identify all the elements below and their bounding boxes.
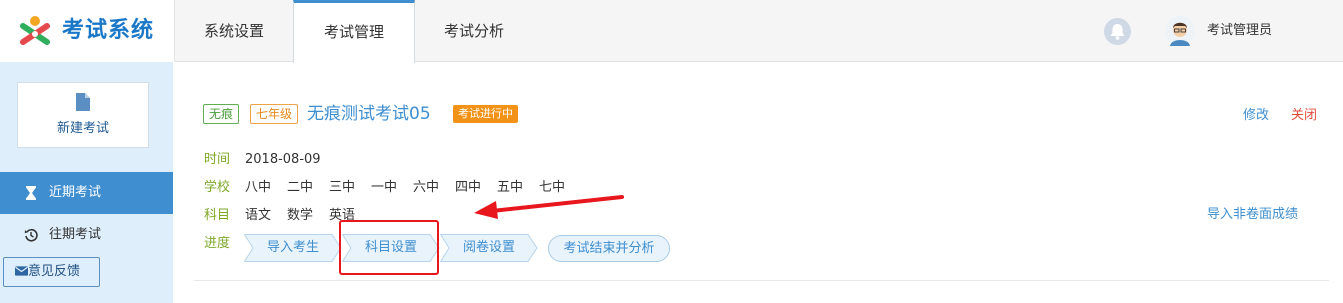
time-value: 2018-08-09 xyxy=(245,152,321,167)
tag-badge: 无痕 xyxy=(203,104,240,124)
school-item: 二中 xyxy=(287,180,314,195)
tab-exam-management[interactable]: 考试管理 xyxy=(293,0,415,63)
logo-icon xyxy=(20,16,50,45)
logo-text: 考试系统 xyxy=(62,18,155,43)
school-item: 六中 xyxy=(413,180,440,195)
hourglass-icon xyxy=(24,172,38,214)
subject-label: 科目 xyxy=(204,208,231,223)
school-label: 学校 xyxy=(204,180,231,195)
grade-badge: 七年级 xyxy=(250,104,299,124)
user-avatar[interactable] xyxy=(1165,16,1195,46)
annotation-arrow-icon xyxy=(474,195,624,219)
top-header: 考试系统 系统设置 考试管理 考试分析 考试管理员 xyxy=(0,0,1343,63)
document-icon xyxy=(76,93,90,111)
school-item: 八中 xyxy=(245,180,272,195)
subject-item: 数学 xyxy=(287,208,314,223)
feedback-button[interactable]: 意见反馈 xyxy=(3,257,100,287)
envelope-icon xyxy=(15,266,28,276)
sidebar-item-past-exams[interactable]: 往期考试 xyxy=(0,214,173,256)
step-label: 导入考生 xyxy=(266,240,319,255)
school-item: 三中 xyxy=(329,180,356,195)
close-link[interactable]: 关闭 xyxy=(1291,108,1317,124)
notification-icon[interactable] xyxy=(1104,18,1131,45)
sidebar-item-recent-exams[interactable]: 近期考试 xyxy=(0,172,173,214)
step-marking-settings[interactable]: 阅卷设置 xyxy=(440,234,538,262)
import-non-paper-scores-link[interactable]: 导入非卷面成绩 xyxy=(1207,207,1298,223)
history-icon xyxy=(24,214,38,256)
exam-title[interactable]: 无痕测试考试05 xyxy=(307,103,431,125)
step-import-candidates[interactable]: 导入考生 xyxy=(244,234,342,262)
feedback-label: 意见反馈 xyxy=(28,264,81,279)
sidebar: 新建考试 近期考试 往期考试 意见反馈 xyxy=(0,62,173,303)
tab-exam-analysis[interactable]: 考试分析 xyxy=(415,0,533,62)
finish-and-analyze-button[interactable]: 考试结束并分析 xyxy=(548,235,670,262)
time-label: 时间 xyxy=(204,152,231,167)
step-label: 阅卷设置 xyxy=(462,240,515,255)
status-badge: 考试进行中 xyxy=(453,105,518,123)
progress-label: 进度 xyxy=(204,236,231,251)
divider xyxy=(194,280,1329,281)
subject-item: 语文 xyxy=(245,208,272,223)
highlight-box xyxy=(339,220,439,275)
username[interactable]: 考试管理员 xyxy=(1207,22,1272,40)
school-item: 一中 xyxy=(371,180,398,195)
tab-system-settings[interactable]: 系统设置 xyxy=(175,0,293,62)
sidebar-item-label: 近期考试 xyxy=(49,185,102,200)
new-exam-label: 新建考试 xyxy=(56,121,109,136)
sidebar-item-label: 往期考试 xyxy=(49,227,102,242)
logo[interactable]: 考试系统 xyxy=(0,0,175,62)
new-exam-button[interactable]: 新建考试 xyxy=(17,82,149,148)
edit-link[interactable]: 修改 xyxy=(1243,108,1269,124)
